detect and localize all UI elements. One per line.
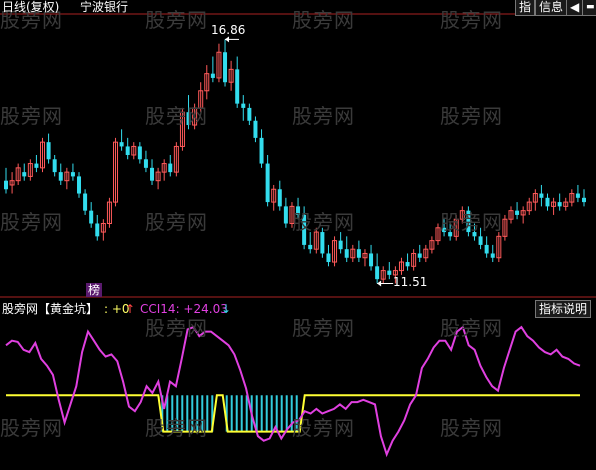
candle-body xyxy=(223,52,228,83)
watermark: 股旁网 xyxy=(292,416,355,440)
stock-chart-window: 股旁网 股旁网 股旁网 股旁网 股旁网 股旁网 股旁网 股旁网 股旁网 股旁网 … xyxy=(0,0,596,470)
candle-body xyxy=(484,244,489,254)
candle-body xyxy=(247,107,252,121)
candle-body xyxy=(235,69,240,104)
index-button[interactable]: 指 xyxy=(515,0,536,16)
candle-body xyxy=(241,103,246,108)
watermark: 股旁网 xyxy=(440,316,503,340)
candle-body xyxy=(95,223,100,237)
candle-body xyxy=(375,266,380,280)
candle-body xyxy=(4,180,8,190)
candle-body xyxy=(265,163,270,203)
candle-body xyxy=(308,244,313,250)
watermark: 股旁网 xyxy=(145,8,208,32)
period-label[interactable]: 日线(复权) xyxy=(2,0,59,14)
candle-body xyxy=(515,210,520,215)
candle-body xyxy=(478,236,483,245)
high-marker-arrow-icon xyxy=(225,36,230,43)
low-marker-arrow-icon xyxy=(377,280,382,287)
candle-body xyxy=(34,163,39,168)
candle-body xyxy=(259,137,264,164)
candle-body xyxy=(545,197,550,207)
watermark: 股旁网 xyxy=(440,210,503,234)
chart-canvas[interactable] xyxy=(0,0,596,470)
watermark: 股旁网 xyxy=(145,104,208,128)
watermark: 股旁网 xyxy=(440,104,503,128)
candle-body xyxy=(369,253,374,267)
candle-body xyxy=(143,159,148,168)
candle-body xyxy=(83,193,88,211)
candle-body xyxy=(582,197,586,203)
candle-body xyxy=(137,146,142,160)
candle-body xyxy=(58,172,63,181)
candle-body xyxy=(490,253,495,258)
watermark: 股旁网 xyxy=(292,210,355,234)
watermark: 股旁网 xyxy=(292,316,355,340)
watermark: 股旁网 xyxy=(292,8,355,32)
indicator-source-label: 股旁网 xyxy=(2,302,39,316)
candle-body xyxy=(417,253,422,258)
candle-body xyxy=(52,159,57,173)
candle-body xyxy=(575,193,580,198)
watermark: 股旁网 xyxy=(292,104,355,128)
candle-body xyxy=(539,193,544,198)
up-arrow-icon: ↑ xyxy=(125,302,136,316)
watermark: 股旁网 xyxy=(440,8,503,32)
back-button[interactable]: ◀ xyxy=(566,0,584,16)
watermark: 股旁网 xyxy=(145,316,208,340)
cci-label: CCI14: +24.03 xyxy=(140,302,228,316)
watermark: 股旁网 xyxy=(145,210,208,234)
candle-body xyxy=(150,167,155,181)
candle-body xyxy=(344,249,349,258)
candle-body xyxy=(70,172,75,177)
stock-name[interactable]: 宁波银行 xyxy=(80,0,128,14)
candle-body xyxy=(326,253,331,263)
down-arrow-icon: ↓ xyxy=(221,302,232,316)
candle-body xyxy=(320,232,325,254)
candle-body xyxy=(22,172,27,177)
candle-body xyxy=(46,142,51,160)
watermark: 股旁网 xyxy=(0,210,63,234)
candle-body xyxy=(210,73,215,78)
high-price-label: 16.86 xyxy=(211,23,246,37)
candle-body xyxy=(557,202,562,207)
candle-body xyxy=(405,262,410,267)
candle-body xyxy=(283,206,288,224)
watermark: 股旁网 xyxy=(440,416,503,440)
candle-body xyxy=(253,120,258,138)
candle-body xyxy=(168,163,173,173)
rank-badge[interactable]: 榜 xyxy=(86,283,103,297)
candle-body xyxy=(277,189,282,207)
candle-body xyxy=(77,176,82,194)
watermark: 股旁网 xyxy=(0,416,63,440)
low-price-label: 11.51 xyxy=(393,275,428,289)
candle-body xyxy=(125,146,130,155)
watermark: 股旁网 xyxy=(145,416,208,440)
info-button[interactable]: 信息 xyxy=(535,0,568,16)
indicator-help-button[interactable]: 指标说明 xyxy=(535,300,592,318)
indicator-name-label[interactable]: 【黄金坑】 xyxy=(38,302,98,316)
watermark: 股旁网 xyxy=(0,104,63,128)
minimize-button[interactable]: ▬ xyxy=(582,0,596,16)
candle-body xyxy=(356,249,361,258)
candle-body xyxy=(338,240,343,250)
candle-body xyxy=(387,270,392,275)
candle-body xyxy=(119,142,124,147)
candle-body xyxy=(89,210,94,224)
